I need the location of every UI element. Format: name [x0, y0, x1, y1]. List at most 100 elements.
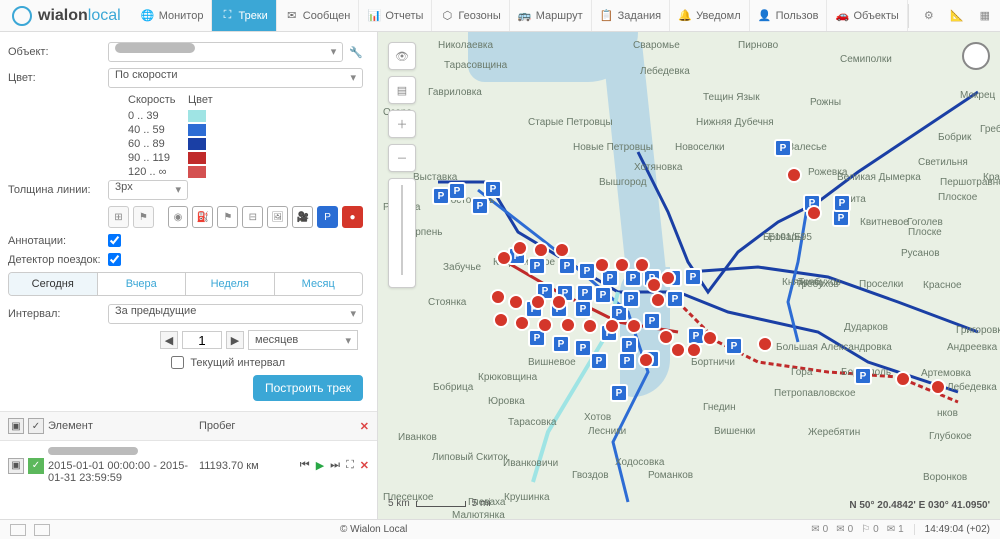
expand-all-icon[interactable]: ▣ — [8, 418, 24, 434]
parking-marker[interactable]: P — [552, 335, 570, 353]
stop-marker[interactable] — [560, 317, 576, 333]
layout-1-icon[interactable] — [10, 524, 26, 536]
tab-3[interactable]: 📊Отчеты — [359, 0, 432, 31]
interval-unit-select[interactable]: месяцев — [248, 330, 358, 350]
stop-marker[interactable] — [670, 342, 686, 358]
parking-marker[interactable]: P — [448, 182, 466, 200]
marker-opt-8[interactable]: 🎥 — [292, 206, 313, 228]
parking-marker[interactable]: P — [854, 367, 872, 385]
tab-5[interactable]: 🚌Маршрут — [510, 0, 592, 31]
track-play-icon[interactable]: ▶ — [316, 459, 324, 472]
stop-marker[interactable] — [604, 318, 620, 334]
stat-messages[interactable]: ✉ 0 — [811, 524, 828, 535]
parking-marker[interactable]: P — [574, 300, 592, 318]
parking-marker[interactable]: P — [528, 257, 546, 275]
stop-marker[interactable] — [530, 294, 546, 310]
parking-marker[interactable]: P — [471, 197, 489, 215]
parking-marker[interactable]: P — [610, 384, 628, 402]
current-interval-checkbox[interactable] — [171, 356, 184, 369]
tool-settings-icon[interactable]: ⚙ — [917, 4, 941, 28]
parking-marker[interactable]: P — [684, 268, 702, 286]
stop-marker[interactable] — [650, 292, 666, 308]
parking-marker[interactable]: P — [643, 312, 661, 330]
period-2[interactable]: Неделя — [186, 273, 275, 295]
period-1[interactable]: Вчера — [98, 273, 187, 295]
parking-marker[interactable]: P — [666, 290, 684, 308]
layout-2-icon[interactable] — [34, 524, 50, 536]
build-track-button[interactable]: Построить трек — [253, 375, 363, 401]
stat-sms[interactable]: ✉ 0 — [836, 524, 853, 535]
interval-increment[interactable]: ▶ — [226, 331, 244, 349]
marker-opt-1[interactable]: ⊞ — [108, 206, 129, 228]
marker-opt-6[interactable]: ⊟ — [242, 206, 263, 228]
thickness-select[interactable]: 3px — [108, 180, 188, 200]
parking-marker[interactable]: P — [833, 194, 851, 212]
tab-2[interactable]: ✉Сообщен — [277, 0, 360, 31]
parking-marker[interactable]: P — [590, 352, 608, 370]
stop-marker[interactable] — [895, 371, 911, 387]
stop-marker[interactable] — [626, 318, 642, 334]
stop-marker[interactable] — [582, 318, 598, 334]
stop-marker[interactable] — [786, 167, 802, 183]
object-select[interactable] — [108, 42, 343, 62]
stop-marker[interactable] — [930, 379, 946, 395]
period-3[interactable]: Месяц — [275, 273, 363, 295]
tool-grid-icon[interactable]: ▦ — [973, 4, 997, 28]
parking-marker[interactable]: P — [558, 257, 576, 275]
interval-count[interactable] — [182, 331, 222, 349]
track-delete-icon[interactable]: ✕ — [360, 459, 369, 472]
tab-0[interactable]: 🌐Монитор — [133, 0, 213, 31]
parking-marker[interactable]: P — [594, 286, 612, 304]
wrench-icon[interactable]: 🔧 — [349, 46, 363, 59]
marker-opt-7[interactable]: 🖼 — [267, 206, 288, 228]
stop-marker[interactable] — [512, 240, 528, 256]
stop-marker[interactable] — [634, 257, 650, 273]
stop-marker[interactable] — [806, 205, 822, 221]
marker-opt-parking[interactable]: P — [317, 206, 338, 228]
parking-marker[interactable]: P — [622, 290, 640, 308]
marker-opt-5[interactable]: ⚑ — [217, 206, 238, 228]
stop-marker[interactable] — [551, 294, 567, 310]
stop-marker[interactable] — [537, 317, 553, 333]
track-last-icon[interactable]: ⏭ — [330, 459, 340, 472]
check-all-icon[interactable]: ✓ — [28, 418, 44, 434]
tool-ruler-icon[interactable]: 📐 — [945, 4, 969, 28]
stop-marker[interactable] — [514, 315, 530, 331]
detector-checkbox[interactable] — [108, 253, 121, 266]
check-icon[interactable]: ✓ — [28, 458, 44, 474]
delete-all-icon[interactable]: ✕ — [360, 420, 369, 433]
stop-marker[interactable] — [594, 257, 610, 273]
marker-opt-4[interactable]: ⛽ — [192, 206, 213, 228]
tab-6[interactable]: 📋Задания — [592, 0, 670, 31]
track-fit-icon[interactable]: ⛶ — [346, 459, 354, 472]
stop-marker[interactable] — [496, 250, 512, 266]
parking-marker[interactable]: P — [484, 180, 502, 198]
stat-online[interactable]: ✉ 1 — [887, 524, 904, 535]
stop-marker[interactable] — [658, 329, 674, 345]
tab-1[interactable]: ⛶Треки — [212, 0, 276, 31]
tab-4[interactable]: ⬡Геозоны — [432, 0, 509, 31]
map[interactable]: НиколаевкаТарасовщинаГавриловкаОзераВыст… — [378, 32, 1000, 519]
tab-9[interactable]: 🚗Объекты — [827, 0, 907, 31]
color-select[interactable]: По скорости — [108, 68, 363, 88]
stop-marker[interactable] — [757, 336, 773, 352]
track-first-icon[interactable]: ⏮ — [300, 459, 310, 472]
stop-marker[interactable] — [533, 242, 549, 258]
marker-opt-stop[interactable]: ● — [342, 206, 363, 228]
tab-7[interactable]: 🔔Уведомл — [670, 0, 749, 31]
stop-marker[interactable] — [686, 342, 702, 358]
stop-marker[interactable] — [493, 312, 509, 328]
map-zoom-slider[interactable] — [388, 178, 416, 288]
tab-8[interactable]: 👤Пользов — [750, 0, 828, 31]
map-layers-icon[interactable]: ▤ — [388, 76, 416, 104]
map-zoom-in[interactable]: ＋ — [388, 110, 416, 138]
stop-marker[interactable] — [638, 352, 654, 368]
stop-marker[interactable] — [490, 289, 506, 305]
stop-marker[interactable] — [614, 257, 630, 273]
stat-alerts[interactable]: ⚐ 0 — [861, 524, 879, 535]
map-zoom-out[interactable]: － — [388, 144, 416, 172]
stop-marker[interactable] — [508, 294, 524, 310]
parking-marker[interactable]: P — [618, 352, 636, 370]
stop-marker[interactable] — [702, 330, 718, 346]
period-0[interactable]: Сегодня — [9, 273, 98, 295]
